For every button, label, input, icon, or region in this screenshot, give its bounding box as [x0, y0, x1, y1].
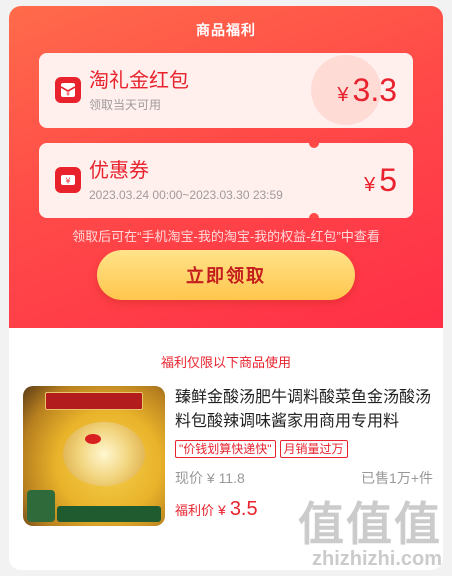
coupon-notch — [309, 213, 319, 218]
red-envelope-icon: ¥ — [55, 77, 81, 103]
brand-banner — [45, 392, 143, 410]
sold-count: 已售1万+件 — [361, 470, 433, 486]
amount-value: 5 — [379, 162, 397, 198]
coupon-notch — [309, 143, 319, 148]
coupon-ticket-icon: ¥ — [55, 167, 81, 193]
amount-value: 3.3 — [352, 72, 397, 108]
claim-now-button[interactable]: 立即领取 — [97, 250, 355, 300]
claim-note: 领取后可在“手机淘宝-我的淘宝-我的权益-红包”中查看 — [72, 229, 380, 244]
product-image[interactable] — [23, 386, 165, 526]
tag-value: "价钱划算快递快" — [175, 440, 276, 458]
coupon-validity: 2023.03.24 00:00~2023.03.30 23:59 — [89, 188, 283, 202]
coupon-subtitle: 领取当天可用 — [89, 98, 162, 112]
svg-text:¥: ¥ — [66, 91, 70, 98]
benefit-label: 福利价 — [175, 503, 215, 518]
currency-symbol: ¥ — [364, 174, 376, 196]
price-row: 现价 ¥ 11.8 已售1万+件 — [175, 468, 433, 488]
current-price: 现价 ¥ 11.8 — [175, 470, 245, 486]
svg-text:¥: ¥ — [65, 177, 70, 186]
tag-sales: 月销量过万 — [279, 440, 348, 458]
coupon-title: 淘礼金红包 — [89, 70, 189, 92]
chili-pepper — [85, 434, 101, 444]
product-title[interactable]: 臻鲜金酸汤肥牛调料酸菜鱼金汤酸汤料包酸辣调味酱家用商用专用料 — [175, 386, 437, 434]
coupon-card: 商品福利 ¥ 淘礼金红包 领取当天可用 ¥ 3.3 ¥ 优惠券 2023.03.… — [9, 6, 443, 570]
currency-symbol: ¥ — [218, 502, 226, 518]
promo-badge — [27, 490, 55, 522]
currency-symbol: ¥ — [337, 84, 349, 106]
product-tags: "价钱划算快递快" 月销量过万 — [175, 440, 348, 458]
promo-strip — [57, 506, 161, 522]
benefit-value: 3.5 — [229, 498, 258, 520]
coupon-discount[interactable]: ¥ 优惠券 2023.03.24 00:00~2023.03.30 23:59 … — [39, 143, 413, 218]
hero-title: 商品福利 — [196, 22, 256, 38]
benefit-hero: 商品福利 ¥ 淘礼金红包 领取当天可用 ¥ 3.3 ¥ 优惠券 2023.03.… — [9, 6, 443, 328]
coupon-title: 优惠券 — [89, 160, 149, 182]
soup-bowl — [63, 422, 145, 486]
coupon-amount: ¥ 5 — [364, 161, 397, 199]
coupon-amount: ¥ 3.3 — [337, 71, 397, 109]
benefit-price: 福利价 ¥ 3.5 — [175, 498, 258, 521]
coupon-red-envelope[interactable]: ¥ 淘礼金红包 领取当天可用 ¥ 3.3 — [39, 53, 413, 128]
section-label: 福利仅限以下商品使用 — [160, 355, 291, 370]
